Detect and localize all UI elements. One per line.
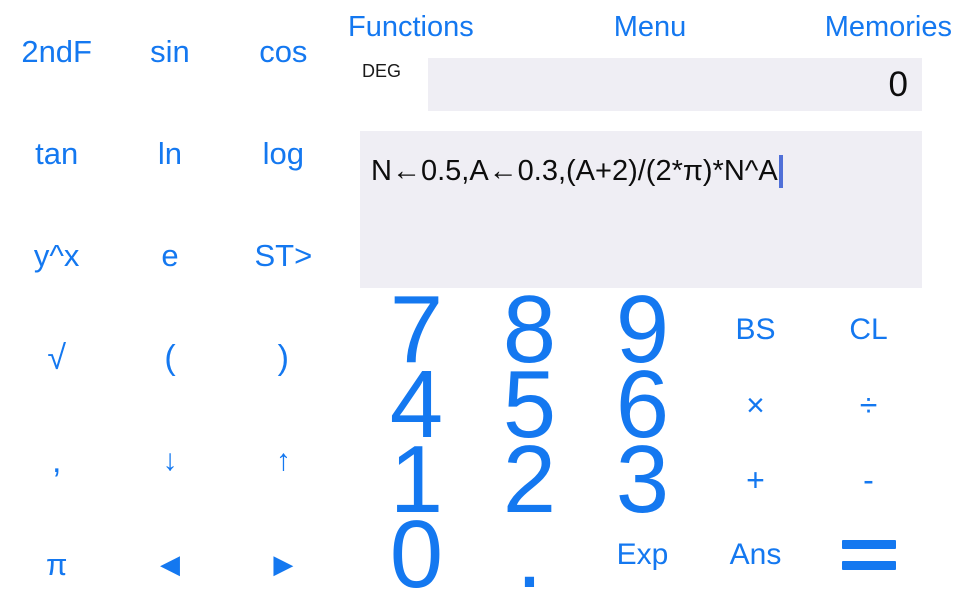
result-value: 0 bbox=[888, 65, 908, 104]
function-row: √ ( ) bbox=[0, 307, 340, 409]
key-y-pow-x[interactable]: y^x bbox=[0, 204, 113, 306]
key-pi[interactable]: π bbox=[0, 513, 113, 600]
key-e[interactable]: e bbox=[113, 204, 226, 306]
key-sqrt[interactable]: √ bbox=[0, 307, 113, 409]
key-ln[interactable]: ln bbox=[113, 102, 226, 204]
key-2ndf[interactable]: 2ndF bbox=[0, 0, 113, 102]
function-keypad: 2ndF sin cos tan ln log y^x e ST> √ ( ) … bbox=[0, 0, 340, 600]
function-row: y^x e ST> bbox=[0, 204, 340, 306]
function-row: , ↓ ↑ bbox=[0, 410, 340, 512]
memories-button[interactable]: Memories bbox=[825, 13, 952, 42]
key-paren-close[interactable]: ) bbox=[227, 307, 340, 409]
key-backspace[interactable]: BS bbox=[699, 292, 812, 367]
function-row: π ◀ ▶ bbox=[0, 513, 340, 600]
formula-expression-text: N←0.5,A←0.3,(A+2)/(2*π)*N^A bbox=[371, 154, 778, 187]
key-0[interactable]: 0 bbox=[360, 506, 473, 600]
key-multiply[interactable]: × bbox=[699, 367, 812, 442]
key-divide[interactable]: ÷ bbox=[812, 367, 925, 442]
key-exponent[interactable]: Exp bbox=[586, 517, 699, 592]
calculator-app: 2ndF sin cos tan ln log y^x e ST> √ ( ) … bbox=[0, 0, 960, 600]
keypad-row: 1 2 3 + - bbox=[360, 431, 960, 527]
key-tan[interactable]: tan bbox=[0, 102, 113, 204]
key-arrow-down-icon[interactable]: ↓ bbox=[113, 410, 226, 512]
equals-icon bbox=[841, 539, 896, 570]
key-equals[interactable] bbox=[812, 517, 925, 592]
text-caret bbox=[778, 154, 783, 188]
key-cos[interactable]: cos bbox=[227, 0, 340, 102]
result-display[interactable]: 0 bbox=[428, 58, 922, 111]
key-log[interactable]: log bbox=[227, 102, 340, 204]
formula-input[interactable]: N←0.5,A←0.3,(A+2)/(2*π)*N^A bbox=[360, 131, 922, 288]
formula-line: N←0.5,A←0.3,(A+2)/(2*π)*N^A bbox=[371, 153, 922, 189]
key-decimal-point[interactable]: . bbox=[473, 506, 586, 600]
top-navigation-bar: Functions Menu Memories bbox=[340, 0, 960, 52]
key-clear[interactable]: CL bbox=[812, 292, 925, 367]
key-arrow-up-icon[interactable]: ↑ bbox=[227, 410, 340, 512]
key-3[interactable]: 3 bbox=[586, 431, 699, 527]
numeric-keypad: 7 8 9 BS CL 4 5 6 × ÷ 1 2 3 + - 0 . Exp … bbox=[360, 281, 960, 600]
function-row: 2ndF sin cos bbox=[0, 0, 340, 102]
keypad-row: 0 . Exp Ans bbox=[360, 506, 960, 600]
key-arrow-left-icon[interactable]: ◀ bbox=[113, 513, 226, 600]
key-answer[interactable]: Ans bbox=[699, 517, 812, 592]
key-sin[interactable]: sin bbox=[113, 0, 226, 102]
key-comma[interactable]: , bbox=[0, 410, 113, 512]
key-plus[interactable]: + bbox=[699, 442, 812, 517]
key-arrow-right-icon[interactable]: ▶ bbox=[227, 513, 340, 600]
key-store[interactable]: ST> bbox=[227, 204, 340, 306]
key-minus[interactable]: - bbox=[812, 442, 925, 517]
function-row: tan ln log bbox=[0, 102, 340, 204]
angle-mode-label: DEG bbox=[362, 61, 402, 81]
key-paren-open[interactable]: ( bbox=[113, 307, 226, 409]
